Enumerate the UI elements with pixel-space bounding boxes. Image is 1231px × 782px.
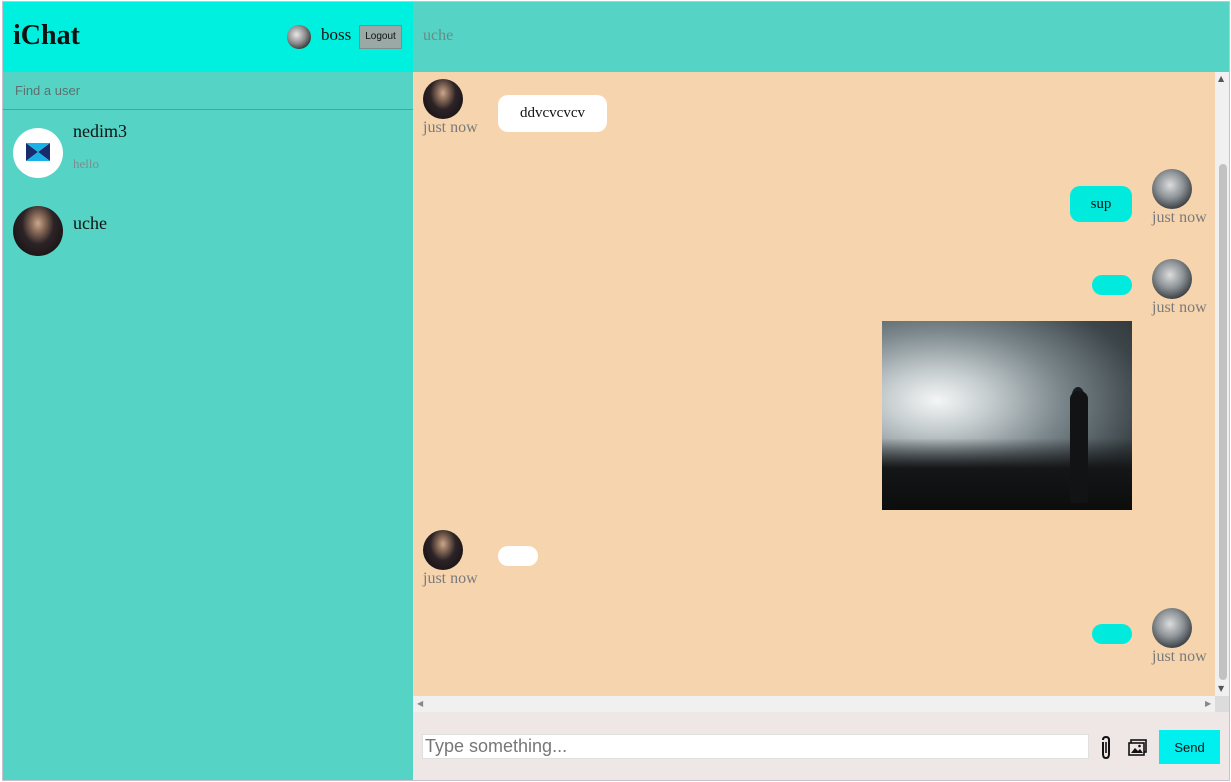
contact-name: uche [73, 213, 107, 233]
message-input[interactable] [422, 734, 1089, 759]
incoming-message-bubble [498, 546, 538, 566]
sender-avatar [1152, 169, 1192, 209]
sender-avatar [1152, 608, 1192, 648]
sender-avatar [423, 79, 463, 119]
paperclip-icon[interactable] [1095, 735, 1117, 761]
chat-header: uche [413, 2, 1229, 72]
contact-last-message: hello [73, 156, 99, 171]
message-timestamp: just now [1152, 648, 1207, 665]
contact-name: nedim3 [73, 121, 127, 141]
image-icon[interactable] [1127, 736, 1149, 758]
scroll-up-icon[interactable]: ▲ [1218, 74, 1224, 83]
current-user-name: boss [321, 25, 352, 44]
app-window: iChat boss Logout nedim3 hello uche [2, 1, 1230, 781]
scrollbar-thumb[interactable] [1219, 164, 1227, 680]
vertical-scrollbar[interactable]: ▲ ▼ [1215, 72, 1229, 696]
outgoing-message-bubble [1092, 624, 1132, 644]
message-timestamp: just now [423, 119, 478, 136]
image-attachment[interactable] [882, 321, 1132, 510]
user-search [3, 72, 413, 110]
horizontal-scrollbar[interactable]: ◀ ▶ [413, 696, 1215, 712]
find-user-input[interactable] [3, 72, 413, 109]
contact-item-nedim3[interactable]: nedim3 hello [3, 114, 413, 194]
outgoing-message-bubble [1092, 275, 1132, 295]
message-list[interactable]: just now ddvcvcvcv just now sup just now… [413, 72, 1215, 697]
contact-avatar [13, 128, 63, 178]
brand-logo-icon [26, 143, 50, 161]
send-button[interactable]: Send [1159, 730, 1220, 764]
scrollbar-corner [1215, 696, 1229, 712]
contact-item-uche[interactable]: uche [3, 200, 413, 262]
scroll-right-icon[interactable]: ▶ [1205, 699, 1211, 708]
logout-button[interactable]: Logout [359, 25, 402, 49]
sidebar-header: iChat boss Logout [3, 2, 413, 72]
scroll-left-icon[interactable]: ◀ [417, 699, 423, 708]
scroll-down-icon[interactable]: ▼ [1218, 684, 1224, 693]
chat-recipient-name: uche [423, 27, 454, 44]
message-composer: Send [413, 712, 1229, 780]
photo-figure [1070, 391, 1088, 503]
sidebar: iChat boss Logout nedim3 hello uche [3, 2, 413, 780]
incoming-message-bubble: ddvcvcvcv [498, 95, 607, 132]
message-timestamp: just now [1152, 299, 1207, 316]
message-timestamp: just now [1152, 209, 1207, 226]
app-title: iChat [13, 20, 80, 51]
sender-avatar [423, 530, 463, 570]
outgoing-message-bubble: sup [1070, 186, 1132, 222]
chat-panel: uche just now ddvcvcvcv just now sup jus… [413, 2, 1229, 780]
contact-avatar [13, 206, 63, 256]
current-user-avatar [287, 25, 311, 49]
sender-avatar [1152, 259, 1192, 299]
message-timestamp: just now [423, 570, 478, 587]
